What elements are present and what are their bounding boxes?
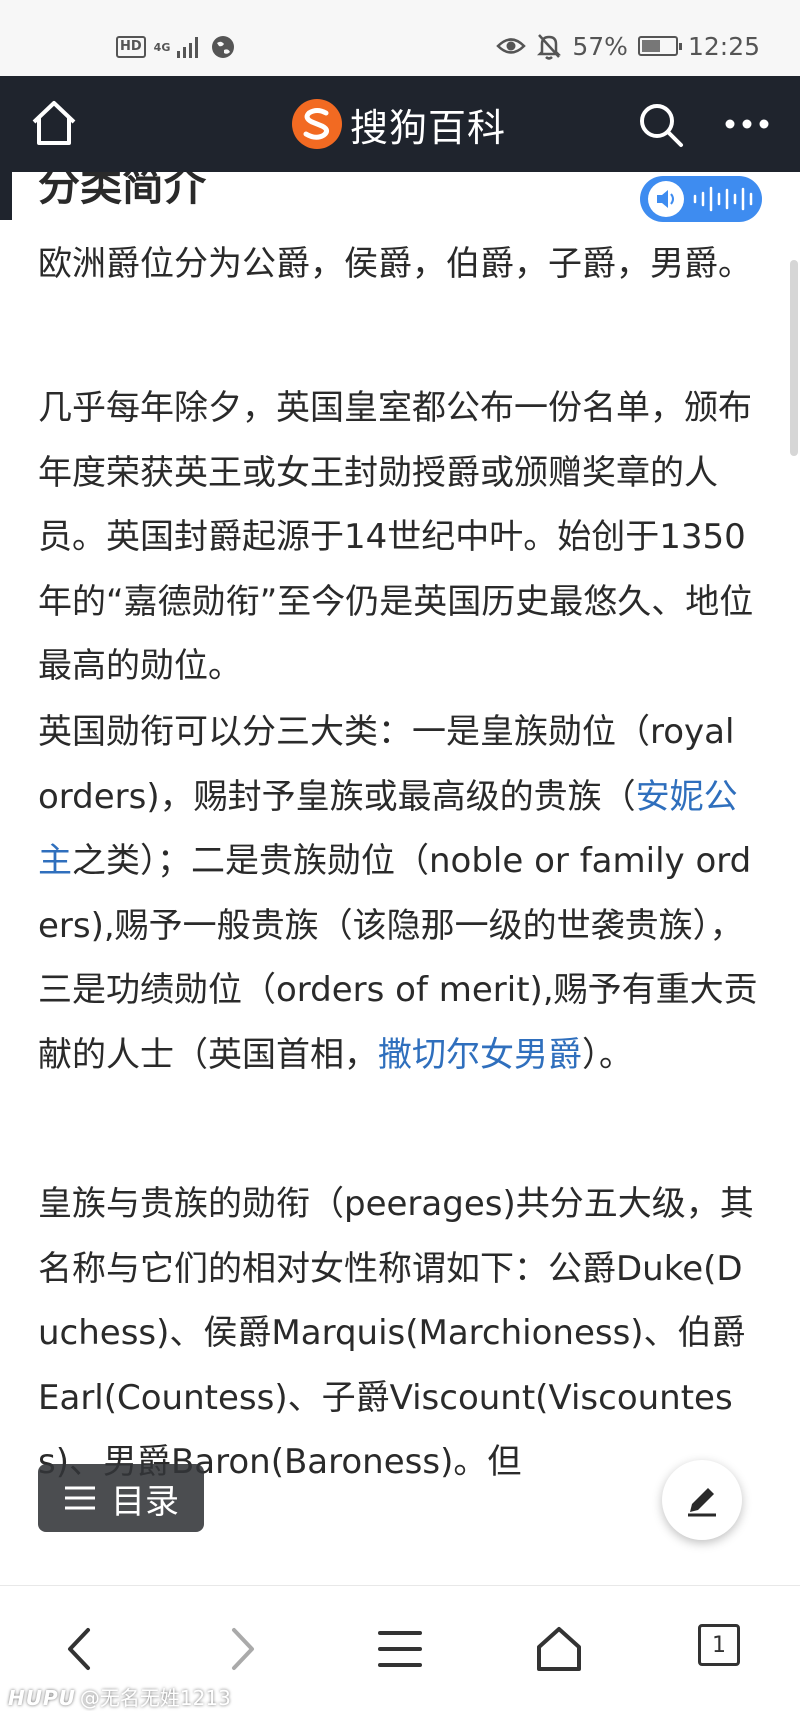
watermark-user: @无名无姓1213 [79, 1686, 231, 1710]
paragraph-orders-part3: ）。 [582, 1034, 633, 1075]
back-icon[interactable] [56, 1624, 106, 1674]
tabs-button[interactable]: 1 [698, 1624, 740, 1666]
paragraph-peerages: 皇族与贵族的勋衔（peerages)共分五大级，其名称与它们的相对女性称谓如下：… [38, 1184, 754, 1482]
sogou-baike-logo: 搜狗百科 [290, 96, 506, 152]
section-marker [0, 172, 12, 220]
speaker-icon [648, 181, 684, 217]
app-header: 搜狗百科 [0, 76, 800, 172]
pencil-icon [688, 1488, 716, 1517]
table-of-contents-button[interactable]: 目录 [38, 1464, 204, 1532]
battery-icon [637, 36, 682, 56]
network-label: 4G [153, 40, 171, 54]
clock: 12:25 [687, 31, 760, 61]
paragraph-ranks: 欧洲爵位分为公爵，侯爵，伯爵，子爵，男爵。 [38, 244, 752, 284]
toc-label: 目录 [111, 1481, 179, 1522]
sogou-logo-icon [292, 99, 342, 149]
home-icon[interactable] [30, 98, 78, 148]
section-title: 分类简介 [38, 172, 207, 210]
paragraph-honours-list: 几乎每年除夕，英国皇室都公布一份名单，颁布年度荣获英王或女王封勋授爵或颁赠奖章的… [38, 388, 754, 686]
link-baroness-thatcher[interactable]: 撒切尔女男爵 [378, 1035, 582, 1075]
status-left: HD 4G [116, 30, 236, 64]
paragraph-orders-part1: 英国勋衔可以分三大类：一是皇族勋位（royal orders)，赐封予皇族或最高… [38, 712, 735, 817]
forward-icon[interactable] [216, 1624, 266, 1674]
menu-icon[interactable] [375, 1624, 425, 1674]
home-icon[interactable] [534, 1624, 584, 1674]
battery-fill [641, 40, 661, 52]
status-right: 57% 12:25 [496, 28, 760, 64]
edit-button[interactable] [662, 1460, 742, 1540]
search-icon[interactable] [636, 100, 686, 150]
globe-icon [211, 36, 234, 58]
more-icon[interactable] [724, 116, 770, 132]
menu-icon [65, 1486, 95, 1510]
article-content[interactable]: 分类简介 欧洲爵位分为公爵，侯爵，伯爵，子爵，男爵。 几乎每年除夕，英国皇室都公… [0, 172, 800, 1585]
signal-icon [176, 37, 198, 58]
logo-text: 搜狗百科 [350, 105, 507, 150]
watermark-brand: HUPU [8, 1686, 76, 1710]
battery-percent: 57% [572, 31, 628, 61]
paragraph-orders: 英国勋衔可以分三大类：一是皇族勋位（royal orders)，赐封予皇族或最高… [38, 700, 762, 1087]
watermark: HUPU @无名无姓1213 [8, 1682, 231, 1711]
scrollbar[interactable] [790, 260, 798, 456]
sound-wave-icon [693, 186, 753, 212]
hd-badge: HD [116, 36, 146, 58]
read-aloud-button[interactable] [640, 176, 762, 222]
status-bar: HD 4G 57% 12:25 [0, 0, 800, 76]
eye-comfort-icon [496, 38, 527, 54]
mute-bell-icon [537, 34, 562, 60]
